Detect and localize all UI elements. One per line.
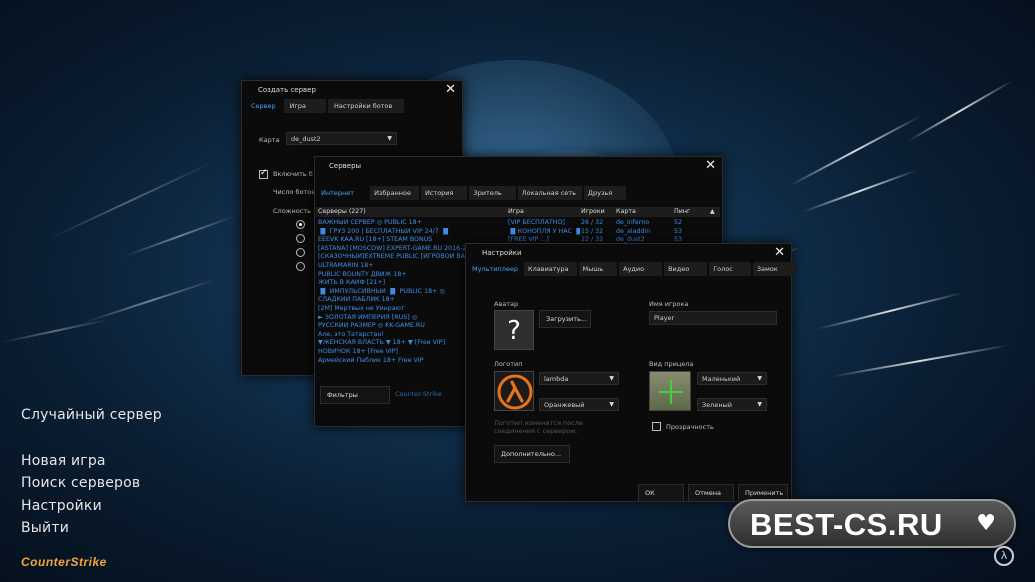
servers-title: Серверы xyxy=(329,162,362,170)
logo-select-value: lambda xyxy=(544,375,569,383)
menu-new-game[interactable]: Новая игра xyxy=(21,453,106,469)
table-cell-ping: 52 xyxy=(674,219,683,226)
create-server-tabs: Сервер Игра Настройки ботов xyxy=(245,99,405,113)
lambda-corner-icon: λ xyxy=(994,546,1014,566)
tab-lan[interactable]: Локальная сеть xyxy=(517,186,582,200)
map-select[interactable]: de_dust2 ▼ xyxy=(286,132,397,145)
close-icon[interactable]: ✕ xyxy=(445,82,456,97)
bots-count-label: Число ботов xyxy=(273,188,316,196)
chevron-down-icon: ▼ xyxy=(757,375,762,382)
logo-color-value: Оранжевый xyxy=(544,401,585,409)
tab-keyboard[interactable]: Клавиатура xyxy=(523,262,577,276)
tab-server[interactable]: Сервер xyxy=(245,99,282,113)
create-server-title: Создать сервер xyxy=(258,86,316,94)
crosshair-icon-h xyxy=(659,391,683,393)
map-select-value: de_dust2 xyxy=(291,135,321,143)
avatar-label: Аватар xyxy=(494,300,519,308)
table-cell-map: de_aladdin xyxy=(616,227,651,235)
col-ping[interactable]: Пинг xyxy=(674,208,690,215)
difficulty-radio-4[interactable] xyxy=(296,262,305,271)
servers-table-header: Серверы (227) Игра Игроки Карта Пинг ▲ xyxy=(316,207,720,217)
tab-spectate[interactable]: Зритель xyxy=(469,186,516,200)
settings-tabs: Мультиплеер Клавиатура Мышь Аудио Видео … xyxy=(468,262,796,276)
logo-note: Логотип изменится после соединения с сер… xyxy=(494,419,583,435)
crosshair-preview xyxy=(649,371,691,411)
chevron-down-icon: ▼ xyxy=(609,375,614,382)
difficulty-radio-3[interactable] xyxy=(296,248,305,257)
upload-avatar-button[interactable]: Загрузить... xyxy=(539,310,591,328)
menu-quit[interactable]: Выйти xyxy=(21,520,69,536)
table-row[interactable]: ▐▌ ГРУЗ 200 | БЕСПЛАТНЫЙ VIP 24/7 ▐▌ ▐▌КО… xyxy=(318,228,718,237)
table-cell-game: ▐▌КОНОПЛЯ У НАС ▐▌ xyxy=(508,227,580,235)
enable-bots-checkbox[interactable] xyxy=(259,168,268,179)
filter-game-label: Counter-Strike xyxy=(395,390,442,398)
close-icon[interactable]: ✕ xyxy=(705,158,716,173)
col-game[interactable]: Игра xyxy=(508,208,524,215)
tab-video[interactable]: Видео xyxy=(664,262,708,276)
menu-settings[interactable]: Настройки xyxy=(21,498,102,514)
table-cell-name: ▐▌ ГРУЗ 200 | БЕСПЛАТНЫЙ VIP 24/7 ▐▌ xyxy=(318,227,451,235)
tab-audio[interactable]: Аудио xyxy=(619,262,663,276)
logo-select[interactable]: lambda ▼ xyxy=(539,372,619,385)
crosshair-size-value: Маленький xyxy=(702,375,741,383)
table-cell-map: de_inferno xyxy=(616,219,650,226)
enable-bots-label: Включить б xyxy=(273,170,313,178)
filters-button[interactable]: Фильтры xyxy=(320,386,390,404)
crosshair-size-select[interactable]: Маленький ▼ xyxy=(697,372,767,385)
player-name-input[interactable]: Player xyxy=(649,311,777,325)
tab-mouse[interactable]: Мышь xyxy=(578,262,618,276)
table-cell-players: 15 / 32 xyxy=(581,227,604,235)
col-map[interactable]: Карта xyxy=(616,208,636,215)
crosshair-color-select[interactable]: Зеленый ▼ xyxy=(697,398,767,411)
tab-voice[interactable]: Голос xyxy=(709,262,751,276)
chevron-down-icon: ▼ xyxy=(757,401,762,408)
table-cell-ping: 53 xyxy=(674,227,683,235)
close-icon[interactable]: ✕ xyxy=(774,245,785,260)
counter-strike-logo: CounterStrike xyxy=(21,555,107,569)
avatar: ? xyxy=(494,310,534,350)
settings-window: Настройки ✕ Мультиплеер Клавиатура Мышь … xyxy=(465,243,796,502)
tab-friends[interactable]: Друзья xyxy=(583,186,627,200)
tab-game[interactable]: Игра xyxy=(283,99,327,113)
servers-tabs: Интернет Избранное История Зритель Локал… xyxy=(317,186,627,200)
logo-label: Логотип xyxy=(494,360,523,368)
map-label: Карта xyxy=(259,136,280,144)
player-name-label: Имя игрока xyxy=(649,300,689,308)
tab-lock[interactable]: Замок xyxy=(752,262,796,276)
table-row[interactable]: ВАЖНЫЙ СЕРВЕР ◎ PUBLIC 18+ [VIP БЕСПЛАТНО… xyxy=(318,219,718,228)
transparency-checkbox[interactable] xyxy=(652,422,661,431)
tab-internet[interactable]: Интернет xyxy=(317,186,369,200)
lambda-icon xyxy=(497,374,533,410)
lambda-logo xyxy=(494,371,534,411)
menu-find-servers[interactable]: Поиск серверов xyxy=(21,475,140,491)
table-cell-players: 26 / 32 xyxy=(581,219,604,226)
menu-random-server[interactable]: Случайный сервер xyxy=(21,407,162,423)
chevron-down-icon: ▼ xyxy=(609,401,614,408)
best-cs-text: BEST-CS.RU xyxy=(750,507,943,542)
col-players[interactable]: Игроки xyxy=(581,208,605,215)
heart-icon: ♥ xyxy=(976,511,996,536)
advanced-button[interactable]: Дополнительно... xyxy=(494,445,570,463)
tab-bot-settings[interactable]: Настройки ботов xyxy=(328,99,405,113)
transparency-label: Прозрачность xyxy=(666,423,714,431)
tab-favorites[interactable]: Избранное xyxy=(370,186,419,200)
difficulty-radio-2[interactable] xyxy=(296,234,305,243)
table-cell-game: [VIP БЕСПЛАТНО] xyxy=(508,219,565,226)
difficulty-radio-1[interactable] xyxy=(296,220,305,229)
tab-history[interactable]: История xyxy=(420,186,468,200)
crosshair-label: Вид прицела xyxy=(649,360,694,368)
cancel-button[interactable]: Отмена xyxy=(688,484,734,502)
crosshair-color-value: Зеленый xyxy=(702,401,732,409)
best-cs-badge: BEST-CS.RU ♥ xyxy=(728,499,1016,548)
difficulty-label: Сложность xyxy=(273,207,311,215)
table-cell-name: ВАЖНЫЙ СЕРВЕР ◎ PUBLIC 18+ xyxy=(318,219,422,226)
scroll-up-icon[interactable]: ▲ xyxy=(710,208,715,215)
logo-color-select[interactable]: Оранжевый ▼ xyxy=(539,398,619,411)
settings-title: Настройки xyxy=(482,249,522,257)
col-servers[interactable]: Серверы (227) xyxy=(318,208,366,215)
chevron-down-icon: ▼ xyxy=(387,135,392,142)
ok-button[interactable]: ОК xyxy=(638,484,684,502)
tab-multiplayer[interactable]: Мультиплеер xyxy=(468,262,522,276)
